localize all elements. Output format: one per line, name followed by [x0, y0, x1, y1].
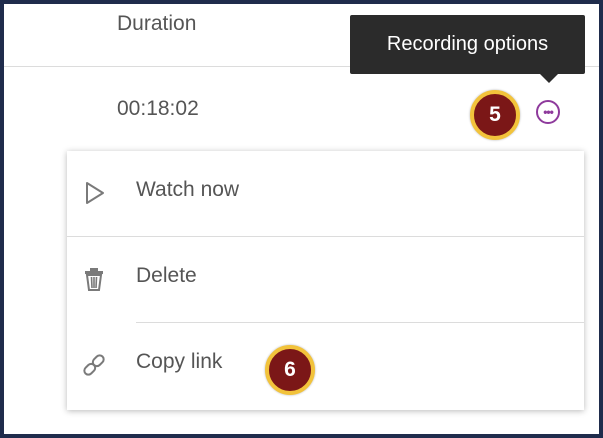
duration-column-header[interactable]: Duration — [117, 12, 196, 36]
play-icon — [81, 179, 107, 207]
menu-item-copy-link-label: Copy link — [136, 350, 223, 373]
menu-item-watch-now[interactable]: Watch now — [67, 151, 584, 235]
menu-item-delete[interactable]: Delete — [67, 237, 584, 321]
duration-value: 00:18:02 — [117, 97, 199, 120]
recording-options-button[interactable]: ••• — [536, 100, 560, 124]
tooltip-text: Recording options — [386, 33, 549, 55]
menu-item-copy-link[interactable]: Copy link — [67, 323, 584, 407]
recording-options-menu: Watch now Delete Copy link — [67, 151, 584, 410]
trash-icon — [81, 265, 107, 293]
tooltip-arrow — [540, 74, 558, 83]
link-icon — [81, 351, 107, 379]
step-callout-5-number: 5 — [489, 103, 501, 126]
step-callout-5: 5 — [470, 90, 520, 140]
more-options-icon: ••• — [543, 105, 554, 119]
recording-options-tooltip: Recording options — [350, 15, 585, 74]
screenshot-frame: Duration 00:18:02 Recording options 5 ••… — [0, 0, 603, 438]
menu-item-delete-label: Delete — [136, 264, 197, 287]
step-callout-6-number: 6 — [284, 358, 296, 381]
menu-item-watch-now-label: Watch now — [136, 178, 240, 201]
step-callout-6: 6 — [265, 345, 315, 395]
